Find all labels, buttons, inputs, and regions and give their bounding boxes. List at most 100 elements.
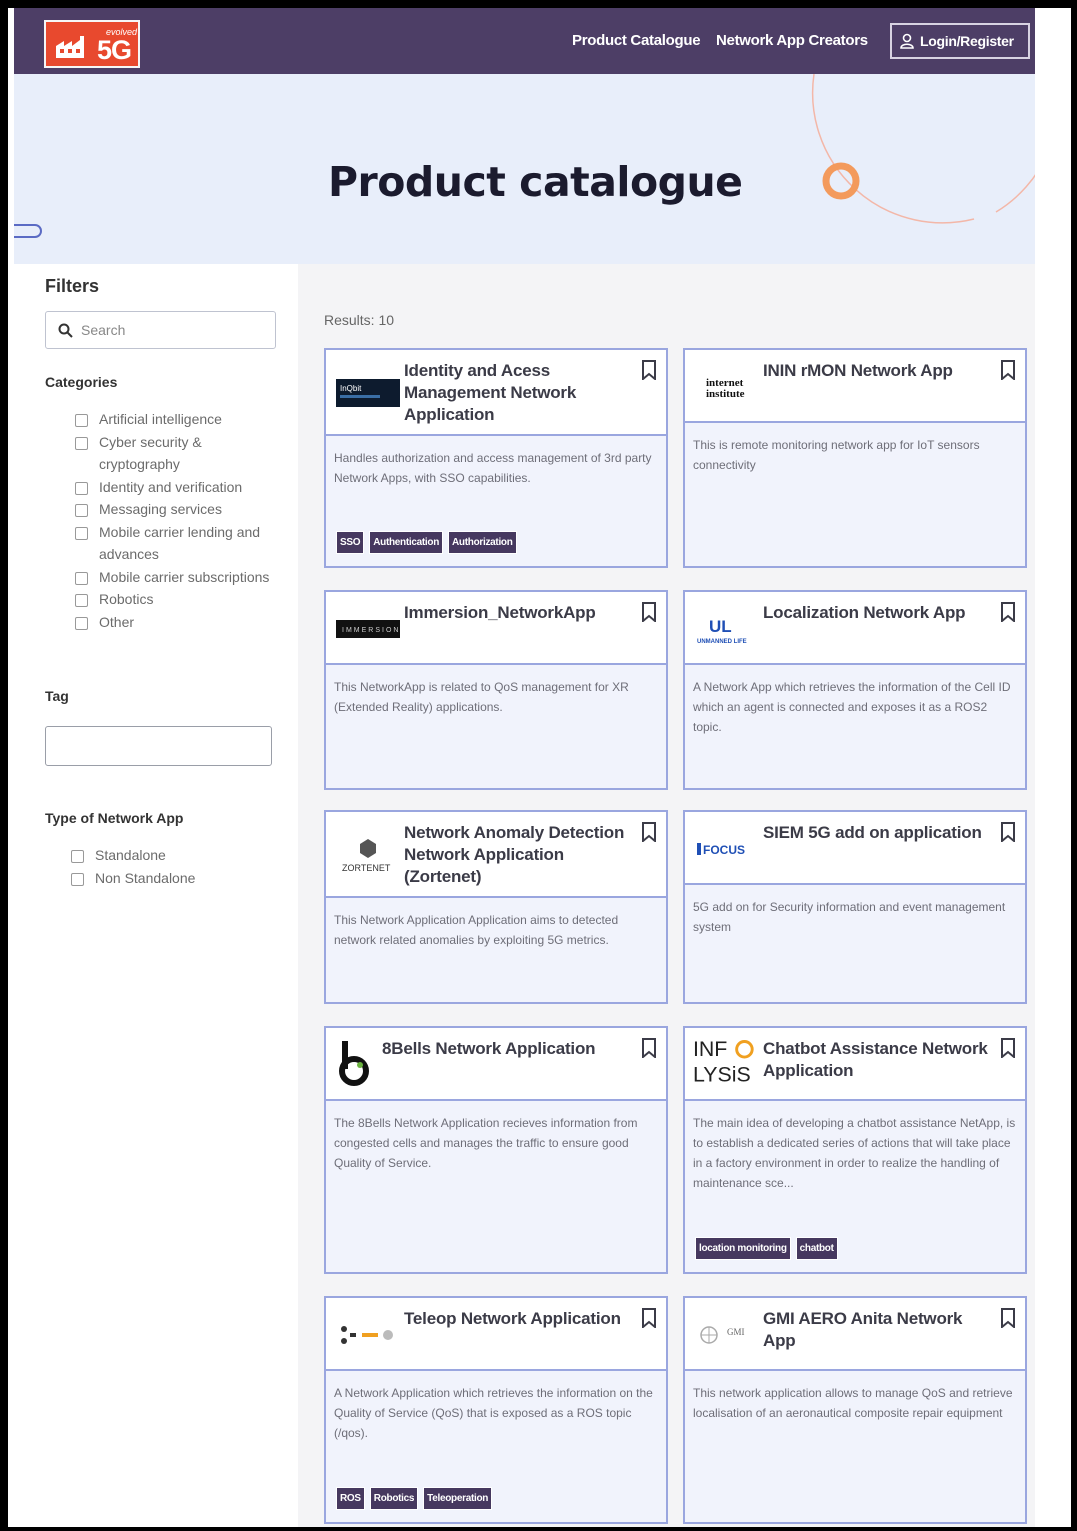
checkbox[interactable] [75,594,88,607]
product-card[interactable]: InQbit Identity and Acess Management Net… [324,348,668,568]
product-card[interactable]: ZORTENET Network Anomaly Detection Netwo… [324,810,668,1004]
bookmark-icon[interactable] [1001,1308,1015,1328]
svg-text:InQbit: InQbit [340,384,362,393]
card-description: A Network App which retrieves the inform… [693,680,1011,734]
product-card[interactable]: FOCUS SIEM 5G add on application 5G add … [683,810,1027,1004]
svg-text:GMI: GMI [727,1327,745,1337]
category-mobile-carrier-lending[interactable]: Mobile carrier lending and [75,521,269,544]
checkbox[interactable] [75,571,88,585]
page-title: Product catalogue [328,158,743,206]
card-title[interactable]: 8Bells Network Application [382,1038,608,1060]
tag-badge[interactable]: Authentication [369,531,444,554]
product-card[interactable]: UL UNMANNED LIFE Localization Network App… [683,590,1027,790]
svg-text:INF: INF [693,1037,727,1061]
zortenet-logo: ZORTENET [334,832,402,878]
card-title[interactable]: Identity and Acess Management Network Ap… [404,360,630,426]
tag-badge[interactable]: Robotics [369,1487,419,1510]
category-identity-verification[interactable]: Identity and verification [75,476,269,499]
tag-badge[interactable]: ROS [336,1487,365,1510]
checkbox[interactable] [75,436,88,450]
checkbox[interactable] [75,504,88,517]
type-standalone[interactable]: Standalone [71,844,195,867]
svg-text:LYSiS: LYSiS [693,1062,751,1086]
search-field[interactable] [45,311,276,349]
logo-text: 5G [97,35,132,65]
evolved-5g-logo[interactable]: evolved 5G [44,20,140,68]
nav-product-catalogue[interactable]: Product Catalogue [572,32,701,49]
checkbox[interactable] [71,872,84,886]
product-card[interactable]: Teleop Network Application A Network App… [324,1296,668,1524]
bookmark-icon[interactable] [642,360,656,380]
decorative-circle-graphic [811,74,1060,224]
tag-badge[interactable]: location monitoring [695,1237,791,1260]
bookmark-icon[interactable] [1001,602,1015,622]
card-description: 5G add on for Security information and e… [693,900,1006,934]
checkbox[interactable] [75,481,88,495]
checkbox[interactable] [75,616,88,630]
filters-heading: Filters [45,276,100,296]
catalogue-main: Results: 10 InQbit Identity and Acess Ma… [298,264,1074,1531]
results-count: Results: 10 [324,312,395,328]
checkbox[interactable] [75,414,88,427]
tag-badge[interactable]: SSO [336,531,365,554]
filters-sidebar: Filters Categories Artificial intelligen… [14,264,298,1531]
inqbit-logo: InQbit [334,370,402,416]
category-cyber-security[interactable]: Cyber security & [75,431,269,454]
card-title[interactable]: Immersion_NetworkApp [404,602,630,624]
category-mobile-carrier-subscriptions[interactable]: Mobile carrier subscriptions [75,566,269,589]
product-card[interactable]: 8Bells Network Application The 8Bells Ne… [324,1026,668,1274]
factory-icon [56,36,84,58]
categories-heading: Categories [45,374,118,390]
card-description: The 8Bells Network Application recieves … [334,1116,638,1170]
product-card[interactable]: IMMERSION Immersion_NetworkApp This Netw… [324,590,668,790]
gmi-aero-logo: GMI [693,1312,761,1358]
card-title[interactable]: Chatbot Assistance Network Application [763,1038,989,1082]
card-title[interactable]: SIEM 5G add on application [763,822,989,844]
bookmark-icon[interactable] [642,1038,656,1058]
bookmark-icon[interactable] [1001,360,1015,380]
product-card[interactable]: GMI GMI AERO Anita Network App This netw… [683,1296,1027,1524]
svg-text:IMMERSION: IMMERSION [342,627,400,634]
top-navbar: evolved 5G Product Catalogue Network App… [14,8,1042,74]
nav-network-app-creators[interactable]: Network App Creators [716,32,868,49]
checkbox[interactable] [75,526,88,540]
card-title[interactable]: GMI AERO Anita Network App [763,1308,989,1352]
category-other[interactable]: Other [75,611,269,634]
categories-list: Artificial intelligence Cyber security &… [75,408,269,633]
card-title[interactable]: ININ rMON Network App [763,360,989,382]
checkbox[interactable] [71,850,84,863]
category-mobile-carrier-lending-cont: advances [99,546,159,562]
svg-text:FOCUS: FOCUS [703,843,745,857]
bookmark-icon[interactable] [1001,822,1015,842]
card-title[interactable]: Localization Network App [763,602,989,624]
card-description: This Network Application Application aim… [334,913,619,947]
type-heading: Type of Network App [45,810,184,826]
tag-input[interactable] [45,726,272,766]
svg-text:ZORTENET: ZORTENET [342,863,391,873]
category-artificial-intelligence[interactable]: Artificial intelligence [75,408,269,431]
bookmark-icon[interactable] [1001,1038,1015,1058]
type-non-standalone[interactable]: Non Standalone [71,867,195,890]
card-description: A Network Application which retrieves th… [334,1386,653,1440]
svg-text:UL: UL [709,617,732,636]
category-robotics[interactable]: Robotics [75,588,269,611]
card-description: This NetworkApp is related to QoS manage… [334,680,629,714]
tag-badge[interactable]: Authorization [448,531,517,554]
decorative-pill [14,224,42,238]
bookmark-icon[interactable] [642,822,656,842]
product-card[interactable]: INF LYSiS Chatbot Assistance Network Appl… [683,1026,1027,1274]
login-register-button[interactable]: Login/Register [890,23,1030,59]
tag-badge[interactable]: Teleoperation [423,1487,493,1510]
card-title[interactable]: Network Anomaly Detection Network Applic… [404,822,630,888]
bookmark-icon[interactable] [642,602,656,622]
search-input[interactable] [81,322,261,338]
bookmark-icon[interactable] [642,1308,656,1328]
hero-banner: Product catalogue [14,74,1074,264]
immersion-logo: IMMERSION [334,606,402,652]
tag-badge[interactable]: chatbot [795,1237,838,1260]
product-card[interactable]: internet institute ININ rMON Network App … [683,348,1027,568]
category-messaging-services[interactable]: Messaging services [75,498,269,521]
card-tags: SSO Authentication Authorization [336,531,517,554]
page-edge [1035,0,1077,1531]
card-title[interactable]: Teleop Network Application [404,1308,630,1330]
